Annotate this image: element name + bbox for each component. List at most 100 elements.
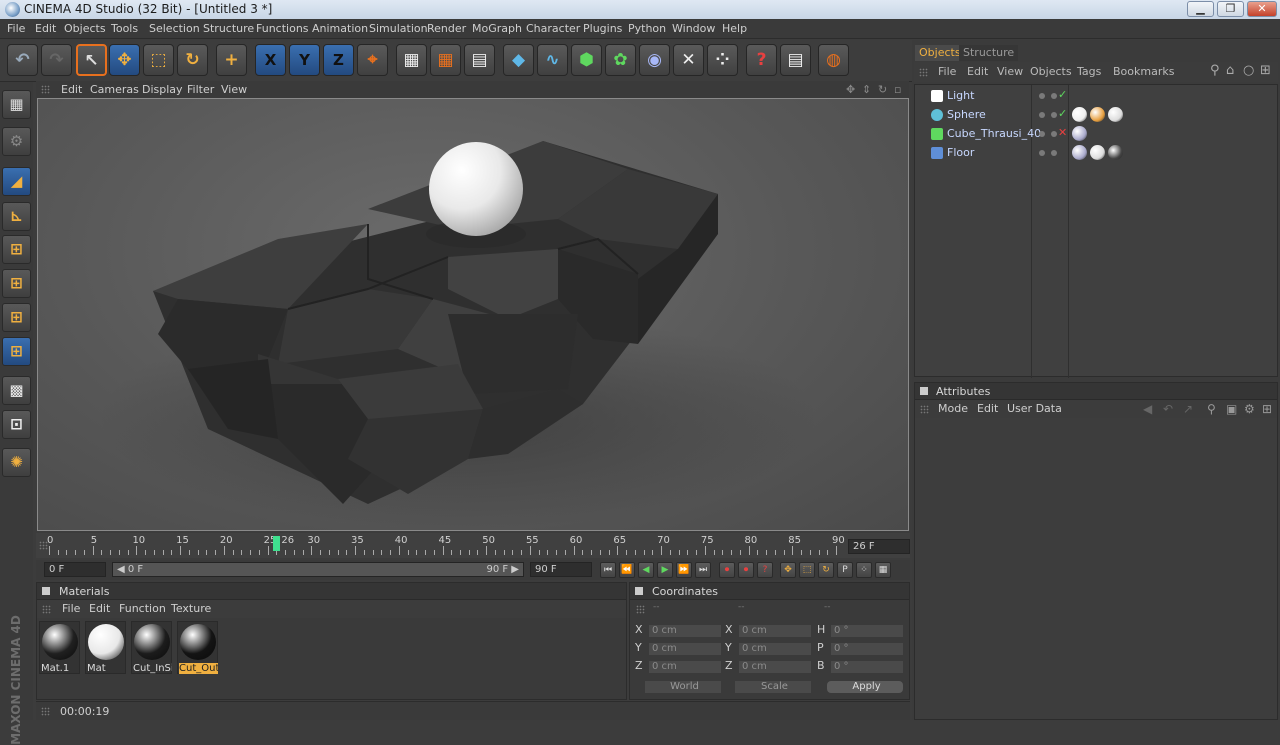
visibility-dot[interactable]: [1039, 150, 1045, 156]
lock-icon[interactable]: ▣: [1226, 402, 1237, 416]
viewport-zoom-icon[interactable]: ⇕: [862, 83, 871, 96]
add-icon[interactable]: +: [216, 44, 247, 76]
objects-menu-view[interactable]: View: [997, 65, 1023, 78]
menu-selection[interactable]: Selection: [149, 22, 200, 35]
settings-icon[interactable]: ⚙: [1244, 402, 1255, 416]
object-name[interactable]: Light: [947, 89, 974, 102]
key-rotation-icon[interactable]: ↻: [818, 562, 834, 578]
attributes-menu-edit[interactable]: Edit: [977, 402, 998, 415]
object-row[interactable]: Cube_Thrausi_40 ✕: [915, 125, 1279, 143]
materials-menu-function[interactable]: Function: [119, 602, 166, 615]
coordinate-field[interactable]: 0 cm: [738, 642, 812, 656]
axis-mode-icon[interactable]: ⊞: [2, 337, 31, 366]
tab-objects[interactable]: Objects: [915, 45, 965, 61]
end-frame-field[interactable]: 90 F: [530, 562, 592, 577]
coordinate-field[interactable]: 0 cm: [648, 624, 722, 638]
coordinate-field[interactable]: 0 °: [830, 624, 904, 638]
close-button[interactable]: ✕: [1247, 1, 1277, 17]
material-swatch[interactable]: Cut_InSi: [131, 621, 172, 674]
forward-arrow-icon[interactable]: ↗: [1183, 402, 1193, 416]
menu-render[interactable]: Render: [427, 22, 466, 35]
apply-button[interactable]: Apply: [826, 680, 904, 694]
play-backwards-icon[interactable]: ◀: [638, 562, 654, 578]
material-swatch[interactable]: Mat: [85, 621, 126, 674]
coordinate-field[interactable]: 0 °: [830, 660, 904, 674]
menu-simulation[interactable]: Simulation: [369, 22, 428, 35]
record-icon[interactable]: ⏺: [719, 562, 735, 578]
attributes-menu-user-data[interactable]: User Data: [1007, 402, 1062, 415]
previous-key-icon[interactable]: ⏪: [619, 562, 635, 578]
use-object-icon[interactable]: ⚙: [2, 127, 31, 156]
viewport-menu-edit[interactable]: Edit: [61, 83, 82, 96]
viewport-menu-cameras[interactable]: Cameras: [90, 83, 139, 96]
menu-file[interactable]: File: [7, 22, 25, 35]
maximize-button[interactable]: ❐: [1217, 1, 1244, 17]
object-row[interactable]: Light ✓: [915, 87, 1279, 105]
object-tag-icon[interactable]: [1072, 145, 1087, 160]
web-icon[interactable]: ◍: [818, 44, 849, 76]
coordinate-space-dropdown[interactable]: World: [644, 680, 722, 694]
use-edges-icon[interactable]: ⊾: [2, 202, 31, 231]
texture-mode-icon[interactable]: ⊞: [2, 269, 31, 298]
undo-icon[interactable]: ↶: [7, 44, 38, 76]
next-key-icon[interactable]: ⏩: [676, 562, 692, 578]
key-scale-icon[interactable]: ⬚: [799, 562, 815, 578]
menu-mograph[interactable]: MoGraph: [472, 22, 522, 35]
visibility-dot[interactable]: [1039, 93, 1045, 99]
coordinate-field[interactable]: 0 cm: [738, 624, 812, 638]
menu-edit[interactable]: Edit: [35, 22, 56, 35]
up-arrow-icon[interactable]: ↶: [1163, 402, 1173, 416]
render-settings-icon[interactable]: ▤: [464, 44, 495, 76]
materials-menu-edit[interactable]: Edit: [89, 602, 110, 615]
tab-structure[interactable]: Structure: [959, 45, 1019, 61]
timeline[interactable]: 0 5 10 15 20 25 30 35 40 45 50 55 60 65 70 75 80 85 90 26 2…: [36, 533, 910, 558]
render-view-icon[interactable]: ▦: [396, 44, 427, 76]
move-icon[interactable]: ✥: [109, 44, 140, 76]
visibility-dot[interactable]: [1039, 131, 1045, 137]
rotate-icon[interactable]: ↻: [177, 44, 208, 76]
scale-mode-dropdown[interactable]: Scale: [734, 680, 812, 694]
visibility-dot[interactable]: [1051, 93, 1057, 99]
keyframe-selection-icon[interactable]: ?: [757, 562, 773, 578]
use-polygons-icon[interactable]: ⊞: [2, 235, 31, 264]
materials-menu-texture[interactable]: Texture: [171, 602, 211, 615]
back-arrow-icon[interactable]: ◀: [1143, 402, 1152, 416]
coordinate-field[interactable]: 0 °: [830, 642, 904, 656]
minimize-button[interactable]: ▁: [1187, 1, 1214, 17]
render-picture-viewer-icon[interactable]: ▦: [430, 44, 461, 76]
y-axis-lock-icon[interactable]: Y: [289, 44, 320, 76]
viewport-menu-filter[interactable]: Filter: [187, 83, 214, 96]
visibility-dot[interactable]: [1051, 131, 1057, 137]
nurbs-icon[interactable]: ⬢: [571, 44, 602, 76]
objects-menu-file[interactable]: File: [938, 65, 956, 78]
object-row[interactable]: Floor: [915, 144, 1279, 162]
play-icon[interactable]: ▶: [657, 562, 673, 578]
3d-viewport[interactable]: [37, 98, 909, 531]
workplane-icon[interactable]: ⊞: [2, 303, 31, 332]
scene-icon[interactable]: ✕: [673, 44, 704, 76]
menu-tools[interactable]: Tools: [111, 22, 138, 35]
redo-icon[interactable]: ↷: [41, 44, 72, 76]
viewport-pan-icon[interactable]: ✥: [846, 83, 855, 96]
menu-animation[interactable]: Animation: [312, 22, 368, 35]
cube-icon[interactable]: ◆: [503, 44, 534, 76]
visibility-dot[interactable]: [1039, 112, 1045, 118]
enabled-check-icon[interactable]: ✓: [1058, 88, 1067, 101]
use-points-icon[interactable]: ◢: [2, 167, 31, 196]
menu-python[interactable]: Python: [628, 22, 666, 35]
coordinate-field[interactable]: 0 cm: [648, 642, 722, 656]
visibility-dot[interactable]: [1051, 150, 1057, 156]
search-icon[interactable]: ⚲: [1210, 63, 1220, 78]
objects-menu-edit[interactable]: Edit: [967, 65, 988, 78]
layer-manager-icon[interactable]: ▤: [780, 44, 811, 76]
z-axis-lock-icon[interactable]: Z: [323, 44, 354, 76]
use-model-icon[interactable]: ▦: [2, 90, 31, 119]
objects-menu-tags[interactable]: Tags: [1077, 65, 1101, 78]
materials-menu-file[interactable]: File: [62, 602, 80, 615]
viewport-menu-display[interactable]: Display: [142, 83, 183, 96]
link-icon[interactable]: ○: [1243, 63, 1254, 78]
search-icon[interactable]: ⚲: [1207, 402, 1216, 416]
scale-icon[interactable]: ⬚: [143, 44, 174, 76]
coordinate-system-icon[interactable]: ⌖: [357, 44, 388, 76]
home-icon[interactable]: ⌂: [1226, 63, 1234, 78]
